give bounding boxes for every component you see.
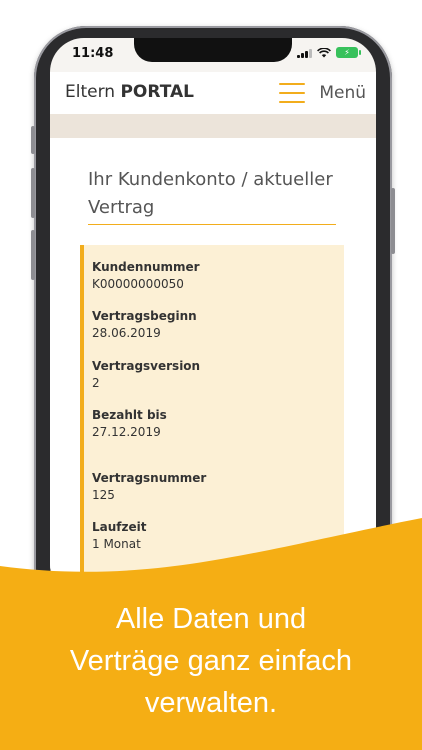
logo-bold: PORTAL — [120, 82, 194, 102]
phone-notch — [134, 38, 292, 62]
status-icons: ⚡ — [297, 47, 361, 58]
logo-prefix: Eltern — [65, 82, 116, 102]
battery-charging-icon: ⚡ — [336, 47, 361, 58]
app-header: Eltern PORTAL Menü — [50, 72, 376, 114]
menu-label: Menü — [319, 83, 366, 103]
field-label: Bezahlt bis — [92, 408, 167, 422]
field-value: 28.06.2019 — [92, 326, 161, 340]
field-label: Vertragsversion — [92, 359, 201, 373]
field-laufzeit: Laufzeit 1 Monat — [92, 519, 146, 553]
promo-caption-line: Verträge ganz einfach — [69, 645, 353, 677]
field-label: Laufzeit — [92, 520, 147, 534]
phone-power-button — [391, 188, 395, 254]
field-value: 1 Monat — [92, 537, 141, 551]
cellular-signal-icon — [297, 48, 312, 58]
field-label: Vertragsbeginn — [92, 309, 197, 323]
field-value: 125 — [92, 488, 115, 502]
field-value: 27.12.2019 — [92, 425, 161, 439]
field-label: Kundennummer — [92, 260, 200, 274]
wifi-icon — [317, 47, 331, 57]
phone-side-button — [31, 126, 35, 154]
field-vertragsbeginn: Vertragsbeginn 28.06.2019 — [92, 308, 197, 342]
field-value: K00000000050 — [92, 277, 184, 291]
field-value: 2 — [92, 376, 100, 390]
field-kundennummer: Kundennummer K00000000050 — [92, 259, 200, 293]
phone-volume-up-button — [31, 168, 35, 218]
hamburger-icon — [279, 83, 306, 103]
phone-volume-down-button — [31, 230, 35, 280]
title-divider — [88, 224, 336, 225]
main-content: Ihr Kundenkonto / aktueller Vertrag Kund… — [50, 138, 376, 598]
phone-screen: 11:48 ⚡ Eltern PORTAL Menü Ihr Kundenkon… — [50, 38, 376, 598]
field-vertragsnummer: Vertragsnummer 125 — [92, 470, 206, 504]
header-band — [50, 114, 376, 138]
field-label: Vertragsnummer — [92, 471, 207, 485]
promo-caption: Alle Daten und Verträge ganz einfach ver… — [0, 598, 422, 724]
status-time: 11:48 — [72, 46, 114, 61]
promo-caption-line: Alle Daten und — [115, 603, 307, 635]
field-vertragsversion: Vertragsversion 2 — [92, 358, 200, 392]
menu-button[interactable]: Menü — [279, 78, 366, 108]
field-bezahlt-bis: Bezahlt bis 27.12.2019 — [92, 407, 167, 441]
promo-caption-line: verwalten. — [144, 687, 278, 719]
page-title: Ihr Kundenkonto / aktueller Vertrag — [88, 169, 333, 218]
contract-info-card: Kundennummer K00000000050 Vertragsbeginn… — [80, 245, 344, 598]
app-logo[interactable]: Eltern PORTAL — [65, 82, 194, 102]
